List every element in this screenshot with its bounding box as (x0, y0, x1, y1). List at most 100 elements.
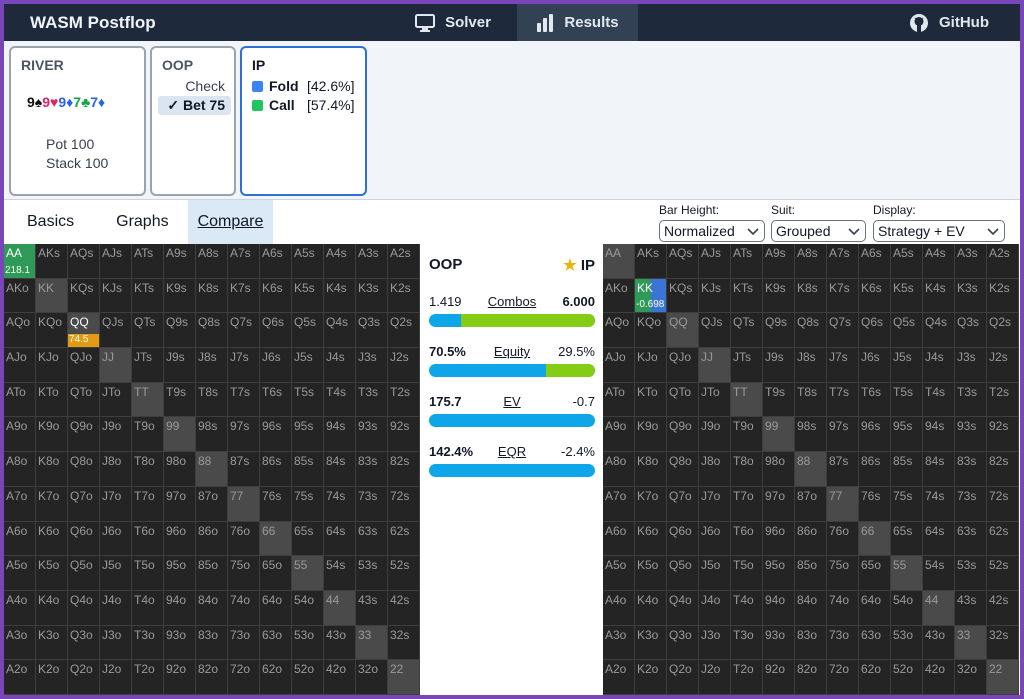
oop-hand-cell[interactable]: J9s (164, 348, 196, 383)
oop-hand-cell[interactable]: T5s (292, 382, 324, 418)
ip-hand-cell[interactable]: 42s (987, 590, 1019, 626)
ip-hand-cell[interactable]: 85o (795, 556, 827, 591)
ip-hand-cell[interactable]: T4s (923, 382, 955, 418)
oop-hand-cell[interactable]: 86o (196, 521, 228, 557)
ip-hand-cell[interactable]: 62o (859, 660, 891, 695)
ip-hand-cell[interactable]: 87s (827, 452, 859, 487)
oop-hand-cell[interactable]: K9o (36, 417, 68, 453)
oop-hand-cell[interactable]: J7s (228, 348, 260, 383)
suit-select[interactable]: Grouped (771, 220, 866, 242)
oop-hand-cell[interactable]: 53o (292, 625, 324, 661)
oop-hand-cell[interactable]: 32s (388, 625, 420, 661)
ip-hand-cell[interactable]: 53s (955, 556, 987, 591)
oop-hand-cell[interactable]: 97s (228, 417, 260, 453)
ip-hand-cell[interactable]: 95o (763, 556, 795, 591)
oop-hand-cell[interactable]: 72o (228, 660, 260, 695)
oop-hand-cell[interactable]: KTs (132, 278, 164, 314)
oop-hand-cell[interactable]: 93s (356, 417, 388, 453)
oop-hand-cell[interactable]: 96o (164, 521, 196, 557)
nav-solver[interactable]: Solver (390, 4, 516, 41)
ip-hand-cell[interactable]: QTs (731, 313, 763, 349)
ip-action-call[interactable]: Call [57.4%] (252, 97, 354, 113)
ip-hand-cell[interactable]: 65s (891, 521, 923, 557)
ip-hand-cell[interactable]: K3o (635, 625, 667, 661)
oop-hand-cell[interactable]: QJo (68, 348, 100, 383)
oop-hand-cell[interactable]: T9o (132, 417, 164, 453)
ip-hand-cell[interactable]: A6s (859, 244, 891, 279)
oop-hand-cell[interactable]: 62o (260, 660, 292, 695)
oop-hand-cell[interactable]: Q4o (68, 590, 100, 626)
ip-hand-cell[interactable]: A4s (923, 244, 955, 279)
oop-hand-cell[interactable]: QJs (100, 313, 132, 349)
ip-hand-cell[interactable]: A7s (827, 244, 859, 279)
oop-hand-cell[interactable]: 84o (196, 590, 228, 626)
oop-hand-cell[interactable]: K6o (36, 521, 68, 557)
oop-hand-cell[interactable]: 63s (356, 521, 388, 557)
oop-hand-cell[interactable]: 88 (196, 452, 228, 487)
oop-hand-cell[interactable]: Q9s (164, 313, 196, 349)
oop-hand-cell[interactable]: 55 (292, 556, 324, 591)
oop-hand-cell[interactable]: 85o (196, 556, 228, 591)
ip-hand-cell[interactable]: J3s (955, 348, 987, 383)
oop-hand-cell[interactable]: 92s (388, 417, 420, 453)
oop-hand-cell[interactable]: 95s (292, 417, 324, 453)
oop-hand-cell[interactable]: 98o (164, 452, 196, 487)
oop-hand-cell[interactable]: Q8o (68, 452, 100, 487)
ip-hand-cell[interactable]: T5s (891, 382, 923, 418)
ip-hand-cell[interactable]: 55 (891, 556, 923, 591)
oop-hand-cell[interactable]: 86s (260, 452, 292, 487)
oop-hand-cell[interactable]: A6s (260, 244, 292, 279)
ip-hand-cell[interactable]: 73s (955, 486, 987, 522)
oop-hand-cell[interactable]: 74s (324, 486, 356, 522)
oop-hand-cell[interactable]: 54o (292, 590, 324, 626)
oop-hand-cell[interactable]: T4s (324, 382, 356, 418)
oop-hand-cell[interactable]: J5s (292, 348, 324, 383)
ip-hand-cell[interactable]: 92s (987, 417, 1019, 453)
ip-hand-cell[interactable]: T6o (731, 521, 763, 557)
oop-hand-cell[interactable]: A3o (4, 625, 36, 661)
oop-hand-cell[interactable]: 92o (164, 660, 196, 695)
ip-hand-cell[interactable]: 86o (795, 521, 827, 557)
oop-hand-cell[interactable]: AJo (4, 348, 36, 383)
oop-hand-cell[interactable]: T9s (164, 382, 196, 418)
ip-hand-cell[interactable]: Q7o (667, 486, 699, 522)
ip-hand-cell[interactable]: J8s (795, 348, 827, 383)
oop-hand-cell[interactable]: AKo (4, 278, 36, 314)
ip-hand-cell[interactable]: JTo (699, 382, 731, 418)
oop-hand-cell[interactable]: Q4s (324, 313, 356, 349)
oop-hand-cell[interactable]: Q6s (260, 313, 292, 349)
oop-hand-cell[interactable]: J6s (260, 348, 292, 383)
oop-hand-cell[interactable]: 95o (164, 556, 196, 591)
ip-hand-cell[interactable]: T4o (731, 590, 763, 626)
ip-hand-cell[interactable]: AA (603, 244, 635, 279)
oop-hand-cell[interactable]: K3s (356, 278, 388, 314)
ip-hand-cell[interactable]: 82o (795, 660, 827, 695)
ip-hand-cell[interactable]: J4o (699, 590, 731, 626)
ip-hand-cell[interactable]: 76o (827, 521, 859, 557)
oop-hand-cell[interactable]: 52o (292, 660, 324, 695)
ip-hand-cell[interactable]: T9o (731, 417, 763, 453)
ip-hand-cell[interactable]: 32s (987, 625, 1019, 661)
ip-hand-cell[interactable]: KQs (667, 278, 699, 314)
oop-hand-cell[interactable]: AKs (36, 244, 68, 279)
oop-hand-cell[interactable]: Q2s (388, 313, 420, 349)
ip-hand-cell[interactable]: K3s (955, 278, 987, 314)
oop-hand-cell[interactable]: T2s (388, 382, 420, 418)
oop-hand-cell[interactable]: K4s (324, 278, 356, 314)
ip-hand-cell[interactable]: 65o (859, 556, 891, 591)
ip-hand-cell[interactable]: A9o (603, 417, 635, 453)
oop-hand-cell[interactable]: K7s (228, 278, 260, 314)
ip-hand-cell[interactable]: K9o (635, 417, 667, 453)
oop-hand-cell[interactable]: 93o (164, 625, 196, 661)
oop-hand-cell[interactable]: 42s (388, 590, 420, 626)
oop-hand-cell[interactable]: T8s (196, 382, 228, 418)
ip-hand-cell[interactable]: J6o (699, 521, 731, 557)
oop-hand-cell[interactable]: Q2o (68, 660, 100, 695)
oop-hand-cell[interactable]: Q6o (68, 521, 100, 557)
ip-hand-cell[interactable]: KJo (635, 348, 667, 383)
oop-hand-cell[interactable]: J4s (324, 348, 356, 383)
oop-hand-cell[interactable]: AJs (100, 244, 132, 279)
ip-hand-cell[interactable]: A8s (795, 244, 827, 279)
ip-hand-cell[interactable]: 86s (859, 452, 891, 487)
ip-hand-cell[interactable]: K6s (859, 278, 891, 314)
